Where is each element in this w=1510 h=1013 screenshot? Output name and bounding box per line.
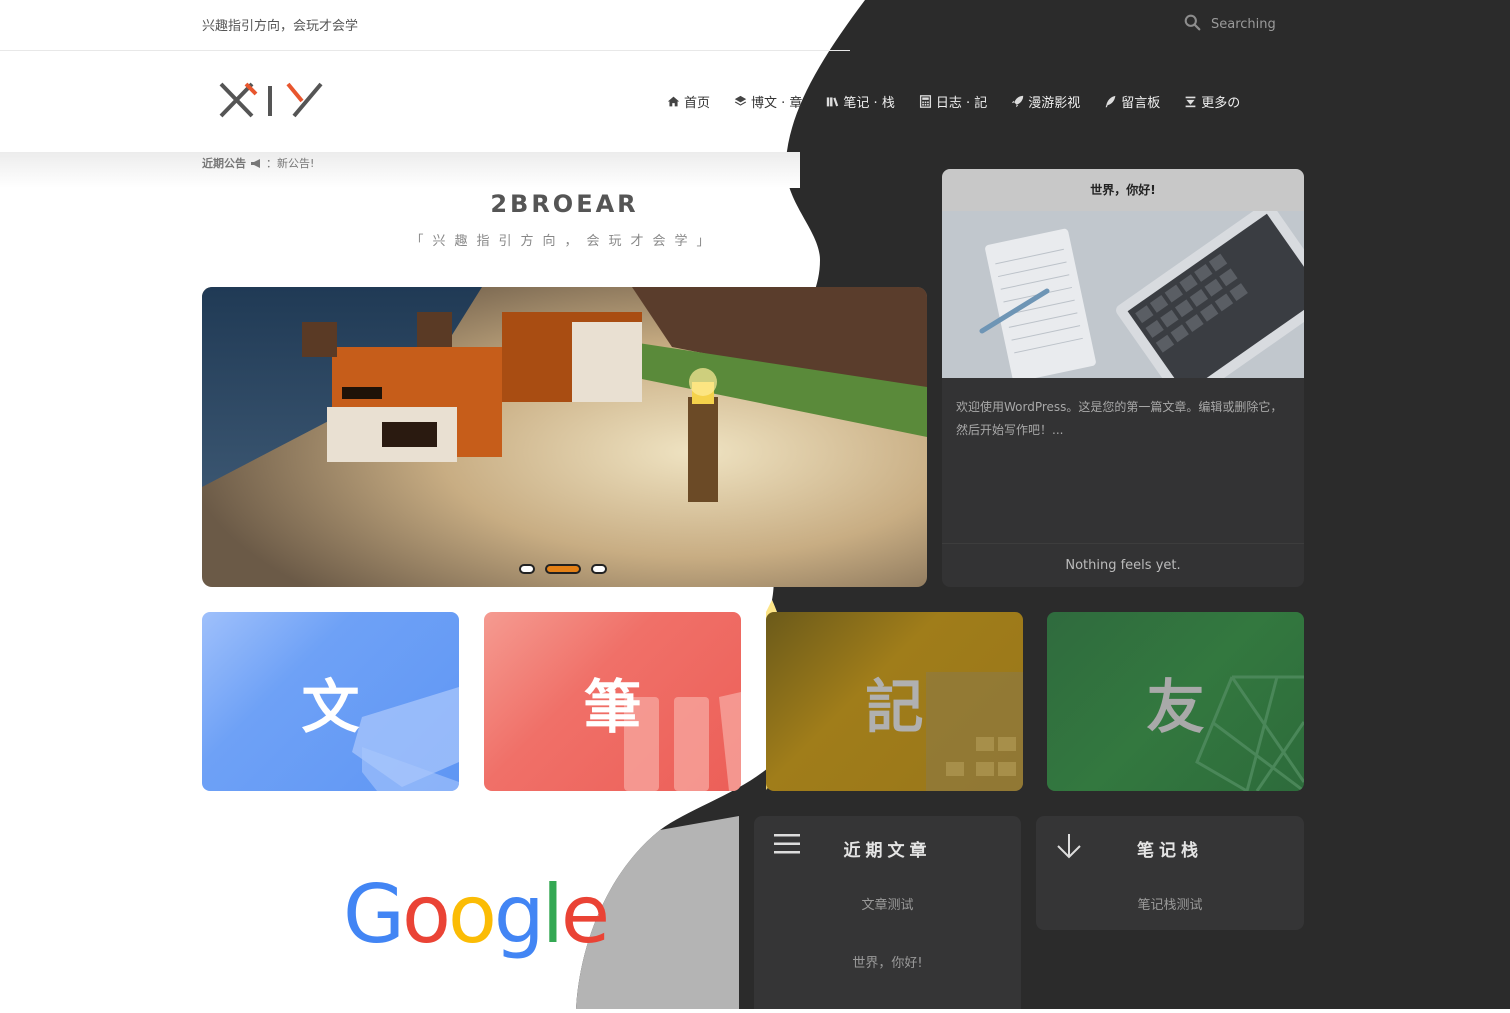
hero-slider[interactable] <box>202 287 927 587</box>
nav-item-home[interactable]: 首页 <box>667 92 710 111</box>
recent-post-link[interactable]: 世界，你好! <box>754 952 1021 971</box>
tile-character: 友 <box>1146 672 1205 741</box>
category-tile-articles[interactable]: 文 <box>202 612 459 791</box>
layers-icon <box>734 95 747 106</box>
slide-image <box>202 287 927 587</box>
tile-character: 記 <box>865 672 924 741</box>
panel-title: 近期文章 <box>843 841 932 861</box>
google-logo[interactable]: Google <box>202 816 739 1009</box>
notice-strip <box>0 152 800 188</box>
notice-text[interactable]: ：新公告! <box>266 155 314 171</box>
post-card-image <box>942 211 1304 378</box>
notes-panel: 笔记栈 笔记栈测试 <box>1036 816 1304 930</box>
category-tile-diary[interactable]: 記 <box>766 612 1023 791</box>
slider-dot[interactable] <box>591 564 607 574</box>
search-box[interactable] <box>1184 14 1321 35</box>
site-subtitle: 「兴趣指引方向，会玩才会学」 <box>410 234 719 249</box>
note-link[interactable]: 笔记栈测试 <box>1036 894 1304 913</box>
nav-label: 留言板 <box>1121 96 1161 111</box>
nav-item-articles[interactable]: 博文 · 章 <box>734 92 802 111</box>
post-card-excerpt: 欢迎使用WordPress。这是您的第一篇文章。编辑或删除它，然后开始写作吧！.… <box>956 400 1283 437</box>
home-icon <box>667 96 680 107</box>
rocket-icon <box>1012 95 1024 108</box>
slider-dot[interactable] <box>519 564 535 574</box>
feather-icon <box>1105 95 1116 108</box>
megaphone-icon <box>251 158 260 168</box>
books-icon <box>827 97 839 107</box>
nav-item-notes[interactable]: 笔记 · 栈 <box>826 92 895 111</box>
post-card-footer: Nothing feels yet. <box>942 543 1304 587</box>
notice-label: 近期公告 <box>202 157 246 170</box>
nav-label: 日志 · 記 <box>935 96 988 111</box>
recent-post-link[interactable]: 文章测试 <box>754 894 1021 913</box>
notice-bar: 近期公告 ：新公告! <box>202 155 314 171</box>
tile-character: 筆 <box>583 672 642 741</box>
nav-item-guestbook[interactable]: 留言板 <box>1104 92 1160 111</box>
topbar-divider <box>0 50 850 51</box>
category-tile-friends[interactable]: 友 <box>1047 612 1304 791</box>
post-card-title[interactable]: 世界，你好! <box>942 169 1304 211</box>
tile-character: 文 <box>301 672 360 741</box>
nav-item-more[interactable]: 更多の <box>1184 92 1240 111</box>
site-logo[interactable] <box>218 81 324 123</box>
nav-label: 首页 <box>684 96 711 111</box>
nav-label: 漫游影视 <box>1028 96 1081 111</box>
site-title: 2BROEAR <box>490 190 639 218</box>
recent-posts-panel: 近期文章 文章测试 世界，你好! <box>754 816 1021 1009</box>
svg-text:Google: Google <box>343 868 607 961</box>
sort-down-icon <box>1185 96 1196 108</box>
featured-post-card[interactable]: 世界，你好! 欢迎使用WordPress。这是您的第一篇文章。编辑或删除它，然后… <box>942 169 1304 587</box>
nav-label: 博文 · 章 <box>751 96 803 111</box>
category-tile-notes[interactable]: 筆 <box>484 612 741 791</box>
topbar-slogan: 兴趣指引方向，会玩才会学 <box>202 19 359 34</box>
panel-title: 笔记栈 <box>1137 841 1203 861</box>
calculator-icon <box>919 95 931 108</box>
nav-label: 笔记 · 栈 <box>843 96 895 111</box>
slider-dot-active[interactable] <box>545 564 581 574</box>
nav-item-movies[interactable]: 漫游影视 <box>1011 92 1080 111</box>
nav-item-diary[interactable]: 日志 · 記 <box>919 92 987 111</box>
nav-label: 更多の <box>1201 96 1241 111</box>
main-nav: 首页 博文 · 章 笔记 · 栈 日志 · 記 漫游影视 留言板 更多の <box>667 92 1240 111</box>
search-icon[interactable] <box>1184 14 1201 35</box>
search-input[interactable] <box>1211 17 1321 32</box>
slider-dots <box>519 564 607 574</box>
